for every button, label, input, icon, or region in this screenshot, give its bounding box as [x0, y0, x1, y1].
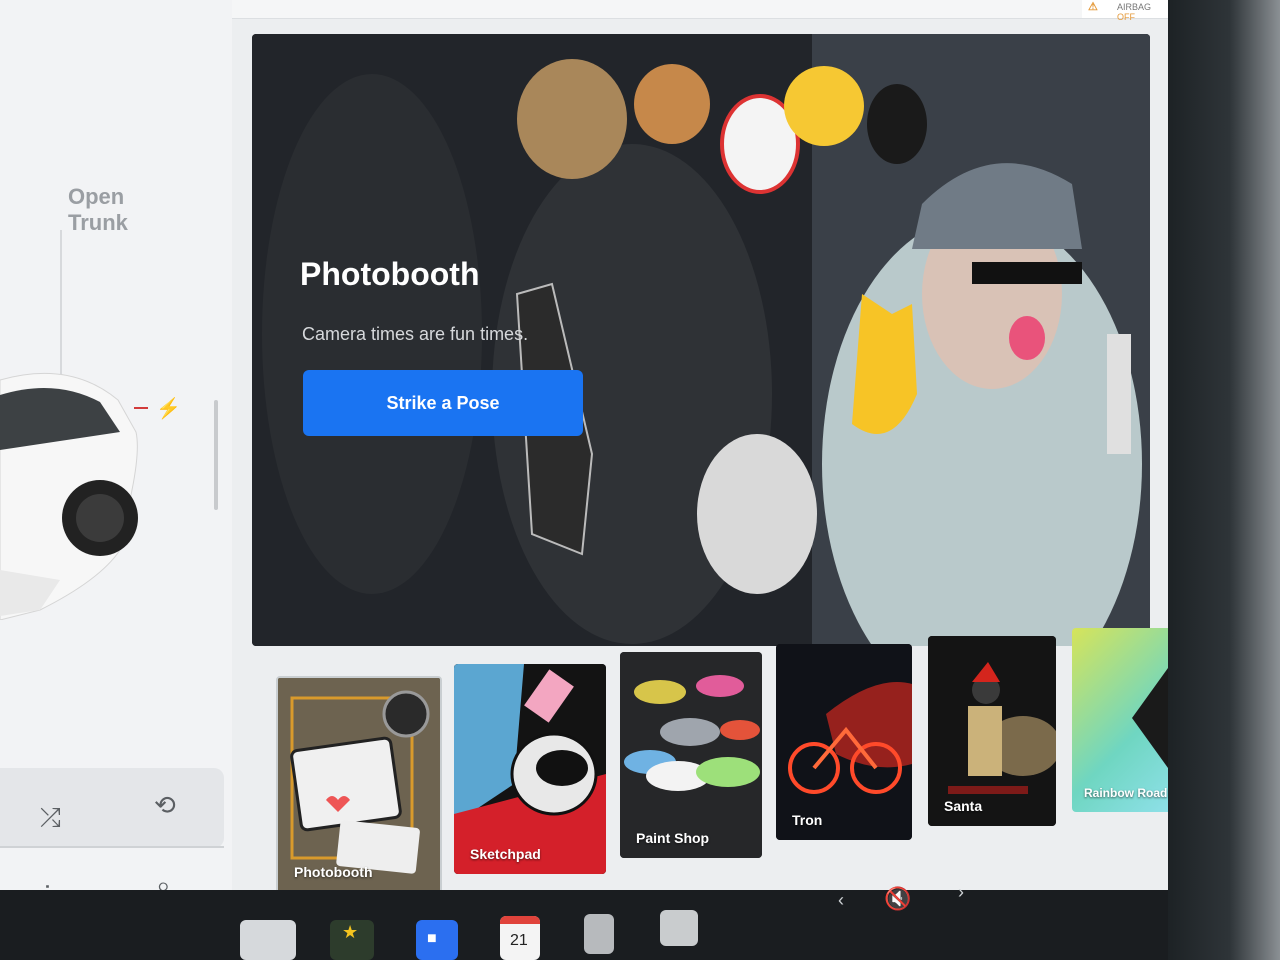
display-bezel-right	[1168, 0, 1280, 960]
calendar-day: 21	[510, 932, 528, 949]
dock-app-phone[interactable]	[240, 920, 296, 960]
strike-a-pose-button[interactable]: Strike a Pose	[303, 370, 583, 436]
airbag-icon: ⚠	[1088, 1, 1098, 13]
tron-thumb	[776, 644, 912, 840]
status-strip	[232, 0, 1168, 19]
app-label-sketchpad: Sketchpad	[470, 846, 541, 862]
app-tile-santa[interactable]: Santa	[928, 636, 1056, 826]
airbag-label: AIRBAG	[1117, 2, 1152, 12]
app-tile-rainbow-road[interactable]: Rainbow Road	[1072, 628, 1168, 812]
paint-shop-thumb	[620, 652, 762, 858]
car-render	[0, 372, 138, 620]
app-tile-tron[interactable]: Tron	[776, 644, 912, 840]
volume-up-icon[interactable]: ›	[958, 882, 964, 903]
star-icon: ★	[342, 922, 359, 942]
sketchpad-thumb	[454, 664, 606, 874]
repeat-icon[interactable]: ⟲	[154, 790, 176, 821]
panel-resize-handle[interactable]	[214, 400, 218, 510]
dock-app-usb[interactable]	[584, 914, 614, 954]
open-trunk-button[interactable]: Open Trunk	[68, 184, 188, 236]
media-controls	[0, 768, 224, 848]
app-tile-paint-shop[interactable]: Paint Shop	[620, 652, 762, 858]
airbag-state: OFF	[1117, 12, 1135, 22]
mute-icon[interactable]: 🔇	[884, 886, 911, 912]
hero-subtitle: Camera times are fun times.	[302, 324, 529, 344]
hero-title: Photobooth	[300, 256, 480, 292]
calendar-header	[500, 916, 540, 924]
photobooth-thumb	[278, 678, 440, 892]
dock-app-calendar[interactable]: 21	[500, 916, 540, 960]
video-camera-icon: ■	[427, 930, 437, 947]
photobooth-hero: Photobooth Camera times are fun times. S…	[252, 34, 1150, 646]
rainbow-road-thumb	[1132, 668, 1168, 768]
dock-app-dashcam[interactable]	[660, 910, 698, 946]
app-label-photobooth: Photobooth	[294, 864, 373, 880]
app-label-tron: Tron	[792, 812, 823, 828]
media-divider	[0, 846, 224, 848]
touchscreen: Open Trunk ⚡ ⤮ ⟲ ⫶ ⌕ ⚠ AIRBAG OFF	[0, 0, 1168, 910]
car-panel: Open Trunk ⚡ ⤮ ⟲ ⫶ ⌕	[0, 0, 232, 910]
volume-down-icon[interactable]: ‹	[838, 890, 844, 911]
shuffle-icon[interactable]: ⤮	[40, 802, 61, 834]
dock-app-camera[interactable]: ■	[416, 920, 458, 960]
dock-app-toybox[interactable]: ★	[330, 920, 374, 960]
app-label-santa: Santa	[944, 798, 983, 814]
app-tile-photobooth[interactable]: Photobooth	[276, 676, 442, 894]
app-label-rainbow-road: Rainbow Road	[1084, 786, 1168, 800]
airbag-status-text: AIRBAG OFF	[1117, 2, 1168, 22]
app-label-paint-shop: Paint Shop	[636, 830, 710, 846]
app-tile-sketchpad[interactable]: Sketchpad	[454, 664, 606, 874]
